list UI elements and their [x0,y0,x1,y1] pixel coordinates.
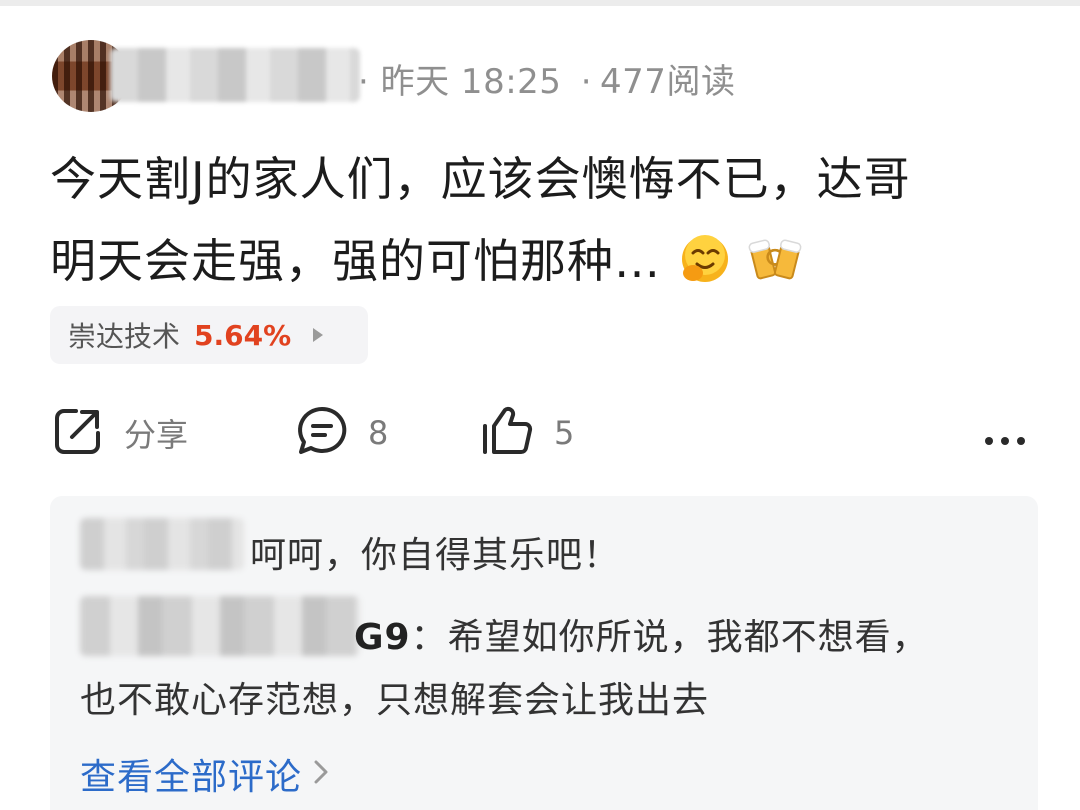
content-line: 今天割J的家人们，应该会懊悔不已，达哥 [50,152,911,206]
comment-button[interactable]: 8 [294,398,388,468]
share-icon [50,403,106,463]
commenter-name-tail: G9 [354,617,411,658]
author-name-redacted[interactable] [110,48,360,102]
stock-name: 崇达技术 [68,320,181,353]
post-content[interactable]: 今天割J的家人们，应该会懊悔不已，达哥 明天会走强，强的可怕那种… [50,138,1040,302]
comment-count: 8 [368,414,389,452]
chevron-right-icon [312,754,330,795]
smirk-face-icon [679,233,731,285]
meta-sep: · [580,62,593,102]
read-count: 477阅读 [600,62,736,102]
post-meta: · 昨天 18:25 · 477阅读 [358,54,735,103]
cheers-beer-icon [748,233,802,285]
more-button[interactable] [980,408,1030,478]
stock-change: 5.64% [194,318,292,352]
chevron-right-icon [313,328,324,342]
comment-text-cont[interactable]: 也不敢心存范想，只想解套会让我出去 [80,671,709,723]
commenter-name-redacted[interactable] [80,596,360,656]
post-time: 昨天 18:25 [380,62,562,102]
comment-text[interactable]: 呵呵，你自得其乐吧！ [250,526,620,578]
divider [0,0,1080,6]
view-all-label: 查看全部评论 [80,757,303,798]
commenter-name-redacted[interactable] [80,518,244,570]
post-card: · 昨天 18:25 · 477阅读 今天割J的家人们，应该会懊悔不已，达哥 明天… [0,0,1080,810]
post-header: · 昨天 18:25 · 477阅读 [50,32,1030,112]
view-all-comments-link[interactable]: 查看全部评论 [80,748,330,800]
comment-text: ：希望如你所说，我都不想看， [410,617,929,658]
action-bar: 分享 8 5 [50,398,1040,468]
comment-item[interactable]: G9：希望如你所说，我都不想看， [354,608,929,660]
content-line: 明天会走强，强的可怕那种… [50,234,661,288]
share-label: 分享 [124,416,189,454]
share-button[interactable]: 分享 [50,398,188,468]
meta-sep: · [358,62,370,102]
like-button[interactable]: 5 [478,398,574,468]
more-dots-icon [980,431,1030,455]
content-line-2: 明天会走强，强的可怕那种… [50,220,1040,302]
comment-icon [294,403,350,463]
thumbs-up-icon [478,402,536,464]
like-count: 5 [554,414,575,452]
comment-preview-box: 呵呵，你自得其乐吧！ G9：希望如你所说，我都不想看， 也不敢心存范想，只想解套… [50,496,1038,810]
stock-tag[interactable]: 崇达技术 5.64% [50,306,368,364]
